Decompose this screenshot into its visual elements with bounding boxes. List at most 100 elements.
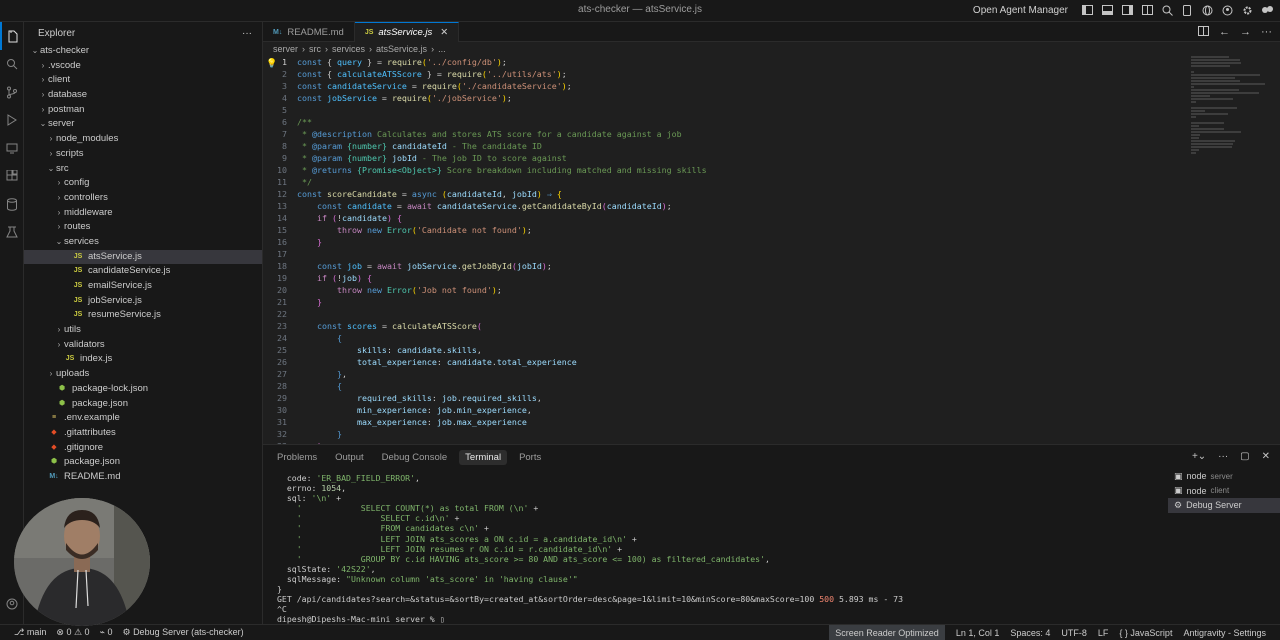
settings-item[interactable]: Antigravity - Settings xyxy=(1183,628,1266,638)
breadcrumb-item[interactable]: server xyxy=(273,44,298,54)
tree-item[interactable]: › utils xyxy=(24,323,262,338)
tree-item[interactable]: › config xyxy=(24,176,262,191)
panel-tab-terminal[interactable]: Terminal xyxy=(459,449,508,465)
tree-item[interactable]: › routes xyxy=(24,220,262,235)
code-token: ; xyxy=(501,57,507,67)
language-item[interactable]: { } JavaScript xyxy=(1119,628,1172,638)
code-token: jobId xyxy=(391,153,417,163)
eol-item[interactable]: LF xyxy=(1098,628,1109,638)
extensions-icon[interactable] xyxy=(0,162,24,190)
tree-item[interactable]: M↓ README.md xyxy=(24,470,262,485)
more-actions-icon[interactable]: ··· xyxy=(1218,451,1228,462)
tree-item[interactable]: › scripts xyxy=(24,147,262,162)
remote-explorer-icon[interactable] xyxy=(0,134,24,162)
tree-item[interactable]: › client xyxy=(24,73,262,88)
run-debug-icon[interactable] xyxy=(0,106,24,134)
chevron-right-icon: › xyxy=(57,339,61,349)
tree-item[interactable]: JS emailService.js xyxy=(24,279,262,294)
breadcrumb-item[interactable]: atsService.js xyxy=(376,44,427,54)
tree-item[interactable]: JS jobService.js xyxy=(24,294,262,309)
account-icon[interactable] xyxy=(1220,3,1234,17)
terminal-output[interactable]: code: 'ER_BAD_FIELD_ERROR', errno: 1054,… xyxy=(263,473,1163,625)
branch-item[interactable]: ⎇ main xyxy=(14,627,46,638)
breadcrumb-item[interactable]: src xyxy=(309,44,321,54)
toggle-secondary-sidebar-icon[interactable] xyxy=(1120,3,1134,17)
tree-item[interactable]: JS candidateService.js xyxy=(24,264,262,279)
terminal-instance[interactable]: ▣ node server xyxy=(1168,469,1280,484)
code-text: throw new Error('Job not found'); xyxy=(297,284,1188,296)
account-icon[interactable] xyxy=(0,590,24,618)
tree-item[interactable]: › uploads xyxy=(24,367,262,382)
tree-item[interactable]: ⌄ services xyxy=(24,235,262,250)
tree-item[interactable]: › controllers xyxy=(24,191,262,206)
cursor-position-item[interactable]: Ln 1, Col 1 xyxy=(956,628,1000,638)
screen-reader-item[interactable]: Screen Reader Optimized xyxy=(829,625,945,640)
terminal-instance[interactable]: ▣ node client xyxy=(1168,484,1280,499)
panel-tab-debug-console[interactable]: Debug Console xyxy=(376,450,454,465)
tree-item[interactable]: › node_modules xyxy=(24,132,262,147)
encoding-item[interactable]: UTF-8 xyxy=(1061,628,1087,638)
ports-item[interactable]: ⌁ 0 xyxy=(100,627,113,638)
toggle-panel-icon[interactable] xyxy=(1100,3,1114,17)
tree-item[interactable]: ≡ .env.example xyxy=(24,411,262,426)
indentation-item[interactable]: Spaces: 4 xyxy=(1010,628,1050,638)
layout-icon[interactable] xyxy=(1140,3,1154,17)
globe-icon[interactable] xyxy=(1200,3,1214,17)
breadcrumb-item[interactable]: ... xyxy=(438,44,446,54)
tree-item[interactable]: ⌄ server xyxy=(24,117,262,132)
terminal-instance[interactable]: ⚙ Debug Server xyxy=(1168,498,1280,513)
tree-item[interactable]: JS index.js xyxy=(24,352,262,367)
search-icon[interactable] xyxy=(0,50,24,78)
code-token: @description xyxy=(312,129,372,139)
source-control-icon[interactable] xyxy=(0,78,24,106)
code-line: 32 } xyxy=(263,428,1188,440)
toggle-sidebar-icon[interactable] xyxy=(1080,3,1094,17)
problems-item[interactable]: ⊗ 0 ⚠ 0 xyxy=(56,627,89,638)
tree-item[interactable]: ⬢ package.json xyxy=(24,455,262,470)
code-line: 26 total_experience: candidate.total_exp… xyxy=(263,356,1188,368)
minimap[interactable] xyxy=(1191,56,1271,296)
javascript-file-icon: JS xyxy=(73,252,83,260)
tab-readme[interactable]: M↓ README.md xyxy=(263,22,355,42)
code-view[interactable]: 1 const { query } = require('../config/db… xyxy=(263,56,1188,444)
tree-item[interactable]: › validators xyxy=(24,338,262,353)
testing-icon[interactable] xyxy=(0,218,24,246)
tab-atsservice[interactable]: JS atsService.js ✕ xyxy=(354,22,460,42)
go-back-icon[interactable]: ← xyxy=(1219,26,1230,39)
tree-item[interactable]: ⌄ src xyxy=(24,162,262,177)
phone-icon[interactable] xyxy=(1180,3,1194,17)
close-icon[interactable]: ✕ xyxy=(440,27,448,38)
tree-item[interactable]: › middleware xyxy=(24,206,262,221)
panel-tab-problems[interactable]: Problems xyxy=(271,450,323,465)
search-icon[interactable] xyxy=(1160,3,1174,17)
tree-item[interactable]: JS resumeService.js xyxy=(24,308,262,323)
panel-tab-ports[interactable]: Ports xyxy=(513,450,547,465)
tree-item[interactable]: ⬢ package.json xyxy=(24,397,262,412)
gear-icon[interactable] xyxy=(1240,3,1254,17)
tree-item[interactable]: ⬢ package-lock.json xyxy=(24,382,262,397)
tree-item[interactable]: › .vscode xyxy=(24,59,262,74)
tree-item[interactable]: › database xyxy=(24,88,262,103)
tree-item[interactable]: ◆ .gitattributes xyxy=(24,426,262,441)
open-agent-manager-button[interactable]: Open Agent Manager xyxy=(973,5,1068,16)
explorer-icon[interactable] xyxy=(0,22,24,50)
code-token: ; xyxy=(506,93,512,103)
tree-item[interactable]: JS atsService.js xyxy=(24,249,262,265)
close-panel-icon[interactable]: ✕ xyxy=(1262,451,1270,462)
split-editor-icon[interactable] xyxy=(1198,26,1209,39)
tree-item[interactable]: › postman xyxy=(24,103,262,118)
database-icon[interactable] xyxy=(0,190,24,218)
maximize-panel-icon[interactable]: ▢ xyxy=(1240,451,1249,462)
tree-item[interactable]: ◆ .gitignore xyxy=(24,441,262,456)
gear-icon: ⚙ xyxy=(1174,499,1183,510)
go-forward-icon[interactable]: → xyxy=(1240,26,1251,39)
new-terminal-icon[interactable]: +⌄ xyxy=(1192,451,1206,462)
debug-item[interactable]: ⚙ Debug Server (ats-checker) xyxy=(122,627,243,638)
more-actions-icon[interactable]: ··· xyxy=(1261,26,1272,39)
breadcrumb-item[interactable]: services xyxy=(332,44,365,54)
code-token: jobId xyxy=(511,189,537,199)
panel-tab-output[interactable]: Output xyxy=(329,450,370,465)
sidebar-more-button[interactable]: ··· xyxy=(242,28,252,39)
tree-item[interactable]: ⌄ ats-checker xyxy=(24,44,262,59)
extensions-icon[interactable] xyxy=(1260,3,1274,17)
